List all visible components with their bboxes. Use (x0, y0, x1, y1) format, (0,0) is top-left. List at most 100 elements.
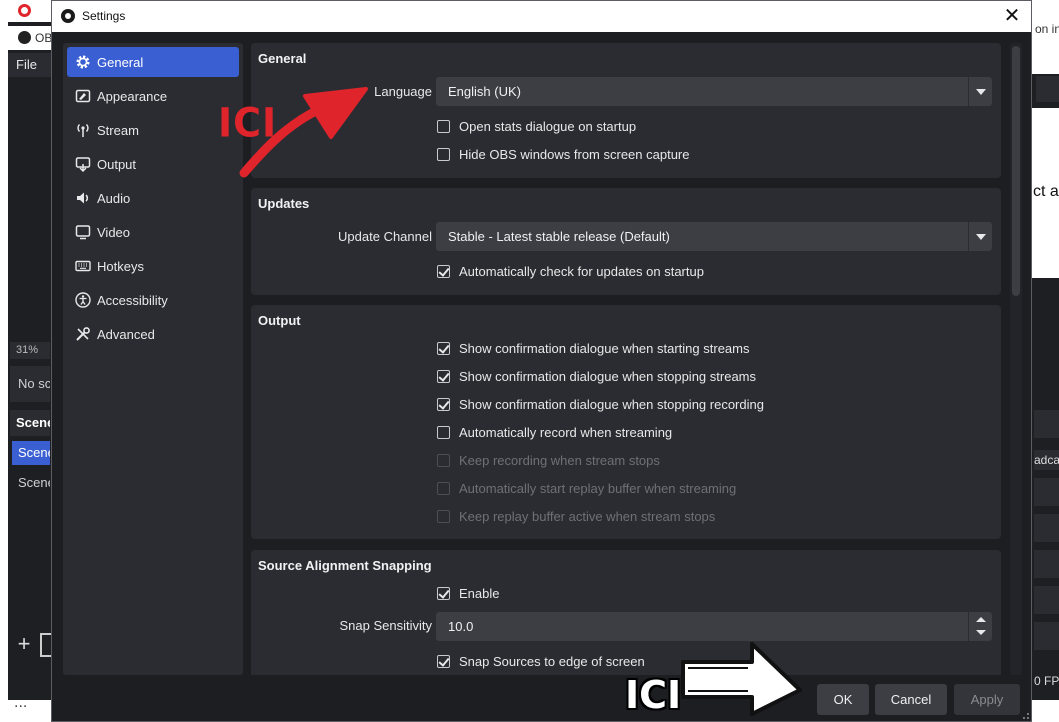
fps-status-text: 0 FPS (1034, 674, 1059, 688)
updates-group: Updates Update Channel Stable - Latest s… (251, 188, 1001, 295)
confirm-start-streams-checkbox[interactable]: Show confirmation dialogue when starting… (437, 339, 749, 357)
close-button[interactable]: ✕ (1001, 4, 1023, 28)
update-channel-value: Stable - Latest stable release (Default) (448, 229, 670, 244)
accessibility-icon (74, 291, 92, 309)
background-right-text-overlay: ct a (1033, 183, 1059, 200)
content-scrollbar[interactable] (1010, 43, 1022, 675)
chevron-down-icon[interactable] (976, 630, 986, 635)
background-right-dock (1034, 410, 1059, 438)
settings-content: General Language English (UK) Open stats… (251, 43, 1001, 675)
checkbox-checked-icon[interactable] (437, 586, 450, 600)
sidebar-item-accessibility[interactable]: Accessibility (67, 285, 239, 315)
cancel-button[interactable]: Cancel (875, 684, 947, 715)
checkbox-icon (437, 453, 450, 467)
checkbox-label: Enable (459, 585, 500, 601)
checkbox-icon[interactable] (437, 119, 450, 133)
annotation-label-top: ICI (218, 99, 278, 147)
checkbox-label: Keep replay buffer active when stream st… (459, 508, 716, 524)
checkbox-icon[interactable] (437, 425, 450, 439)
update-channel-select[interactable]: Stable - Latest stable release (Default) (436, 222, 992, 251)
scrollbar-thumb[interactable] (1012, 46, 1020, 296)
chevron-up-icon[interactable] (976, 617, 986, 622)
sidebar-item-general[interactable]: General (67, 47, 239, 77)
sidebar-item-stream[interactable]: Stream (67, 115, 239, 145)
open-stats-checkbox[interactable]: Open stats dialogue on startup (437, 117, 636, 135)
checkbox-checked-icon[interactable] (437, 341, 450, 355)
sidebar-item-label: Stream (97, 122, 139, 138)
menu-file[interactable]: File (8, 53, 52, 77)
preview-zoom-level: 31% (10, 342, 50, 359)
checkbox-label: Show confirmation dialogue when stopping… (459, 368, 757, 384)
background-right-title: on in (1035, 22, 1059, 36)
checkbox-checked-icon[interactable] (437, 654, 450, 668)
checkbox-checked-icon[interactable] (437, 264, 450, 278)
language-label: Language (374, 84, 432, 99)
output-group: Output Show confirmation dialogue when s… (251, 305, 1001, 539)
resize-grip-icon[interactable] (1023, 713, 1029, 719)
more-icon: ... (14, 694, 28, 711)
sidebar-item-audio[interactable]: Audio (67, 183, 239, 213)
background-right-button[interactable] (1034, 514, 1059, 542)
sidebar-item-hotkeys[interactable]: Hotkeys (67, 251, 239, 281)
settings-title: Settings (82, 9, 126, 23)
checkbox-checked-icon[interactable] (437, 397, 450, 411)
keyboard-icon (74, 257, 92, 275)
language-value: English (UK) (448, 84, 521, 99)
keep-recording-checkbox: Keep recording when stream stops (437, 451, 660, 469)
ok-button[interactable]: OK (817, 684, 869, 715)
obs-logo-icon (18, 31, 31, 44)
background-right-button[interactable] (1034, 622, 1059, 650)
background-right-button[interactable] (1034, 478, 1059, 506)
snap-edge-checkbox[interactable]: Snap Sources to edge of screen (437, 652, 645, 670)
appearance-icon (74, 87, 92, 105)
group-title-output: Output (258, 313, 301, 328)
snapping-enable-checkbox[interactable]: Enable (437, 584, 499, 602)
settings-sidebar: General Appearance Stream Output Audio V… (63, 43, 243, 675)
scene-list-item[interactable]: Scene (12, 441, 50, 465)
gear-icon (74, 53, 92, 71)
speaker-icon (74, 189, 92, 207)
monitor-icon (74, 223, 92, 241)
snap-sensitivity-input[interactable]: 10.0 (436, 612, 992, 641)
background-right-button[interactable] (1034, 550, 1059, 578)
sidebar-item-advanced[interactable]: Advanced (67, 319, 239, 349)
checkbox-label: Hide OBS windows from screen capture (459, 146, 690, 162)
sidebar-item-label: Accessibility (97, 292, 168, 308)
checkbox-label: Automatically start replay buffer when s… (459, 480, 737, 496)
confirm-stop-recording-checkbox[interactable]: Show confirmation dialogue when stopping… (437, 395, 764, 413)
background-obs-window (8, 22, 52, 700)
sidebar-item-video[interactable]: Video (67, 217, 239, 247)
chevron-down-icon[interactable] (968, 77, 992, 106)
language-select[interactable]: English (UK) (436, 77, 992, 106)
chevron-down-icon[interactable] (968, 222, 992, 251)
settings-titlebar: Settings ✕ (52, 1, 1031, 32)
sidebar-item-appearance[interactable]: Appearance (67, 81, 239, 111)
checkbox-label: Snap Sources to edge of screen (459, 653, 645, 669)
checkbox-label: Automatically check for updates on start… (459, 263, 704, 279)
auto-check-updates-checkbox[interactable]: Automatically check for updates on start… (437, 262, 704, 280)
checkbox-checked-icon[interactable] (437, 369, 450, 383)
sidebar-item-output[interactable]: Output (67, 149, 239, 179)
sidebar-item-label: Output (97, 156, 137, 172)
sidebar-item-label: Audio (97, 190, 131, 206)
start-broadcast-button[interactable]: adca (1034, 450, 1059, 470)
group-title-general: General (258, 51, 307, 66)
scene-list-item[interactable]: Scene (12, 471, 50, 495)
checkbox-icon (437, 481, 450, 495)
checkbox-label: Show confirmation dialogue when stopping… (459, 396, 764, 412)
obs-logo-icon (61, 9, 75, 23)
snap-sensitivity-label: Snap Sensitivity (339, 618, 433, 633)
group-title-snapping: Source Alignment Snapping (258, 558, 432, 573)
sidebar-item-label: Advanced (97, 326, 155, 342)
confirm-stop-streams-checkbox[interactable]: Show confirmation dialogue when stopping… (437, 367, 756, 385)
tools-icon (74, 325, 92, 343)
checkbox-icon[interactable] (437, 147, 450, 161)
background-window-titlebar: OBS (8, 26, 52, 50)
spin-buttons[interactable] (968, 612, 992, 641)
hide-obs-windows-checkbox[interactable]: Hide OBS windows from screen capture (437, 145, 689, 163)
add-scene-button[interactable]: + (12, 633, 36, 657)
apply-button[interactable]: Apply (954, 684, 1020, 715)
background-right-button[interactable] (1034, 586, 1059, 614)
update-channel-label: Update Channel (338, 229, 432, 244)
auto-record-checkbox[interactable]: Automatically record when streaming (437, 423, 672, 441)
